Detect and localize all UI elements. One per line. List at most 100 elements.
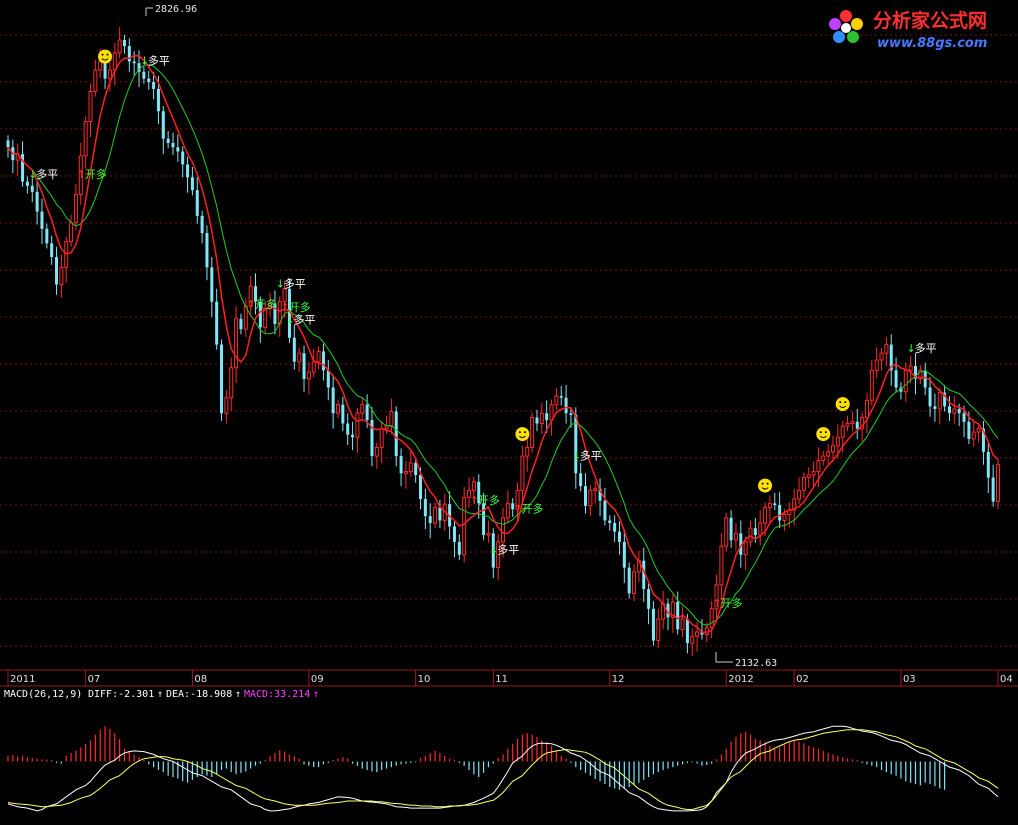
candle-body bbox=[962, 413, 966, 422]
candle-body bbox=[292, 337, 296, 362]
candle-body bbox=[743, 541, 748, 556]
x-tick-label: 03 bbox=[903, 674, 916, 685]
smiley-face bbox=[515, 427, 530, 442]
candle-body bbox=[263, 308, 268, 328]
candle-body bbox=[83, 121, 88, 157]
candle-body bbox=[617, 531, 621, 542]
candle-body bbox=[908, 365, 913, 371]
candle-body bbox=[758, 522, 763, 536]
candle-body bbox=[588, 489, 593, 507]
macd-value-label: MACD:33.214 bbox=[244, 689, 310, 700]
candle-body bbox=[215, 301, 219, 345]
x-tick-label: 07 bbox=[88, 674, 101, 685]
logo-title: 分析家公式网 bbox=[873, 9, 987, 32]
open-long-label: 开多 bbox=[255, 297, 277, 311]
x-tick-label: 12 bbox=[612, 674, 625, 685]
candle-body bbox=[282, 288, 287, 303]
smiley-eye bbox=[518, 431, 521, 434]
candle-body bbox=[35, 191, 39, 212]
candle-body bbox=[176, 147, 180, 152]
candle-body bbox=[967, 421, 971, 439]
candle-body bbox=[408, 462, 413, 473]
candle-body bbox=[220, 344, 224, 414]
candle-body bbox=[995, 464, 1001, 503]
candle-body bbox=[729, 517, 733, 541]
candle-body bbox=[603, 500, 607, 521]
candle-body bbox=[40, 211, 44, 229]
close-long-label: 多平 bbox=[915, 341, 937, 355]
candle-body bbox=[763, 507, 768, 524]
candle-body bbox=[351, 434, 355, 438]
smiley-icon bbox=[98, 49, 113, 64]
candle-body bbox=[181, 151, 185, 165]
x-tick-label: 11 bbox=[495, 674, 508, 685]
candle-body bbox=[864, 399, 869, 418]
macd-up-arrow-icon: ↑ bbox=[313, 689, 319, 700]
candle-body bbox=[869, 369, 874, 401]
candle-body bbox=[719, 545, 724, 586]
candle-body bbox=[321, 351, 325, 371]
candle-body bbox=[806, 474, 811, 479]
macd-diff-label: DIFF:-2.301 bbox=[88, 689, 154, 700]
candle-body bbox=[651, 608, 655, 641]
candle-body bbox=[539, 412, 544, 425]
candle-body bbox=[821, 455, 826, 461]
candle-body bbox=[161, 111, 165, 139]
candle-body bbox=[801, 477, 806, 491]
smiley-eye bbox=[766, 482, 769, 485]
candle-body bbox=[384, 425, 389, 430]
candle-body bbox=[733, 532, 738, 541]
candle-body bbox=[171, 142, 175, 148]
candle-body bbox=[855, 421, 859, 429]
candle-body bbox=[845, 423, 850, 427]
candle-body bbox=[399, 456, 403, 474]
close-long-label: 多平 bbox=[284, 277, 306, 291]
open-long-label: 开多 bbox=[478, 493, 500, 507]
candle-body bbox=[147, 78, 151, 83]
candle-body bbox=[6, 140, 10, 148]
candle-body bbox=[933, 406, 937, 409]
smiley-eye bbox=[819, 431, 822, 434]
close-long-label: 多平 bbox=[36, 167, 58, 181]
close-long-label: 多平 bbox=[497, 543, 519, 557]
open-long-label: 开多 bbox=[85, 167, 107, 181]
candle-body bbox=[93, 69, 98, 93]
x-tick-label: 09 bbox=[311, 674, 324, 685]
x-tick-label: 2012 bbox=[728, 674, 753, 685]
x-tick-label: 08 bbox=[194, 674, 207, 685]
candle-body bbox=[30, 185, 34, 192]
smiley-eye bbox=[839, 401, 842, 404]
smiley-eye bbox=[106, 53, 109, 56]
candle-body bbox=[457, 541, 461, 555]
smiley-eye bbox=[824, 431, 827, 434]
candle-body bbox=[331, 387, 335, 414]
candle-body bbox=[500, 517, 506, 543]
x-tick-label: 04 bbox=[1000, 674, 1013, 685]
candle-body bbox=[564, 397, 568, 414]
candle-body bbox=[127, 46, 131, 62]
candle-body bbox=[952, 408, 957, 414]
smiley-icon bbox=[835, 397, 850, 412]
candle-body bbox=[152, 82, 156, 89]
candle-body bbox=[830, 445, 836, 453]
candle-body bbox=[195, 190, 199, 216]
candle-body bbox=[433, 507, 438, 524]
high-label: 2826.96 bbox=[155, 4, 197, 15]
candle-body bbox=[103, 61, 107, 79]
candle-body bbox=[122, 40, 126, 47]
candle-body bbox=[680, 618, 685, 630]
smiley-eye bbox=[761, 482, 764, 485]
candle-body bbox=[559, 396, 563, 398]
candle-body bbox=[311, 361, 316, 373]
candle-body bbox=[583, 486, 588, 506]
candle-body bbox=[418, 474, 423, 499]
candle-body bbox=[840, 425, 845, 438]
candle-body bbox=[98, 60, 103, 71]
candle-body bbox=[632, 571, 637, 594]
candle-body bbox=[608, 520, 612, 524]
candle-body bbox=[346, 423, 350, 435]
candle-body bbox=[142, 71, 146, 79]
close-long-label: 多平 bbox=[148, 54, 170, 68]
candle-body bbox=[778, 505, 782, 521]
candle-body bbox=[389, 410, 394, 427]
